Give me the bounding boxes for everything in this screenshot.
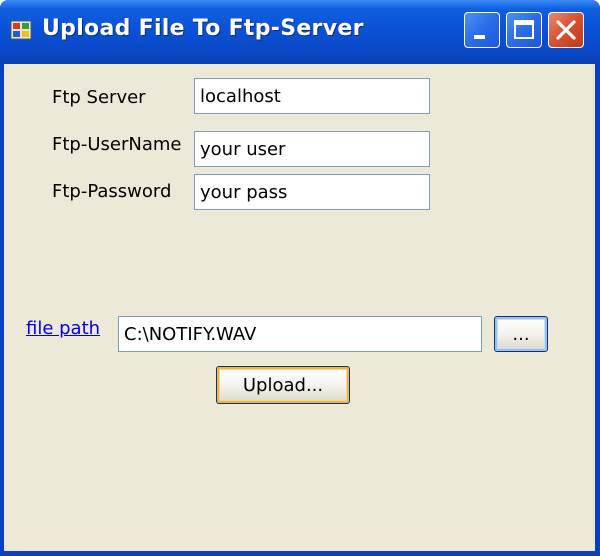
ftp-password-label: Ftp-Password [52, 181, 172, 202]
ftp-server-input[interactable] [194, 78, 430, 114]
close-button[interactable] [548, 12, 584, 48]
title-bar[interactable]: Upload File To Ftp-Server [0, 0, 600, 64]
browse-button[interactable]: ... [494, 316, 548, 352]
form-client-area: Ftp Server Ftp-UserName Ftp-Password fil… [4, 64, 595, 551]
ftp-username-input[interactable] [194, 131, 430, 167]
close-icon [556, 20, 576, 40]
ftp-upload-window: Upload File To Ftp-Server Ftp Server Ftp… [0, 0, 600, 556]
file-path-link[interactable]: file path [26, 318, 100, 339]
maximize-icon [514, 20, 534, 39]
browse-button-label: ... [512, 323, 530, 345]
ftp-username-label: Ftp-UserName [52, 134, 182, 155]
app-window-icon [10, 20, 32, 40]
upload-button-label: Upload... [242, 374, 324, 396]
upload-button[interactable]: Upload... [216, 366, 350, 404]
maximize-button[interactable] [506, 12, 542, 48]
ftp-server-label: Ftp Server [52, 87, 146, 108]
ftp-password-input[interactable] [194, 174, 430, 210]
window-title: Upload File To Ftp-Server [42, 16, 364, 41]
file-path-input[interactable] [118, 316, 482, 352]
minimize-icon [474, 35, 485, 39]
minimize-button[interactable] [464, 12, 500, 48]
